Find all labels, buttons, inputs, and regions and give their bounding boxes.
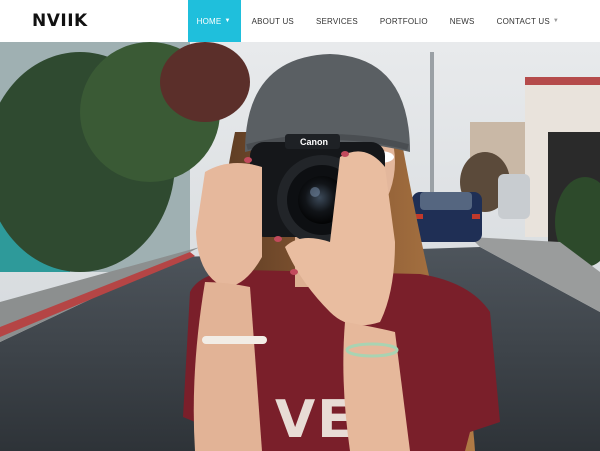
car-taillight-right (472, 214, 480, 219)
nav-item-portfolio[interactable]: PORTFOLIO (369, 0, 439, 42)
blue-car-window (420, 192, 472, 210)
hero-photo-illustration: VER Canon (0, 42, 600, 451)
nav-item-services[interactable]: SERVICES (305, 0, 369, 42)
chevron-down-icon: ▼ (552, 18, 559, 24)
nav-item-about-us[interactable]: ABOUT US (241, 0, 305, 42)
nav-label-services: SERVICES (315, 16, 358, 26)
nail (274, 236, 282, 242)
nail (244, 157, 252, 163)
chevron-down-icon: ▼ (224, 18, 231, 24)
right-roof-trim (525, 77, 600, 85)
site-logo[interactable]: NVIIK (32, 11, 88, 31)
utility-pole (430, 52, 434, 192)
bead-bracelet (202, 336, 267, 344)
nav-item-home[interactable]: HOME ▼ (187, 0, 241, 42)
hero-image: VER Canon (0, 42, 600, 451)
site-header: NVIIK HOME ▼ ABOUT US SERVICES PORTFOLIO… (0, 0, 600, 42)
nav-label-portfolio: PORTFOLIO (379, 16, 428, 26)
nav-label-news: NEWS (449, 16, 475, 26)
nav-label-about-us: ABOUT US (251, 16, 294, 26)
white-car (498, 174, 530, 219)
nav-label-home: HOME (196, 16, 222, 26)
nail (341, 151, 349, 157)
nav-item-news[interactable]: NEWS (439, 0, 486, 42)
logo-text: NVIIK (32, 11, 88, 31)
left-hand (196, 163, 262, 287)
main-nav: HOME ▼ ABOUT US SERVICES PORTFOLIO NEWS … (187, 0, 600, 42)
page: NVIIK HOME ▼ ABOUT US SERVICES PORTFOLIO… (0, 0, 600, 451)
nav-label-contact-us: CONTACT US (496, 16, 550, 26)
camera-brand: Canon (300, 137, 328, 147)
lens-reflection (310, 187, 320, 197)
nav-item-contact-us[interactable]: CONTACT US ▼ (486, 0, 570, 42)
red-tree (160, 42, 250, 122)
nail (290, 269, 298, 275)
